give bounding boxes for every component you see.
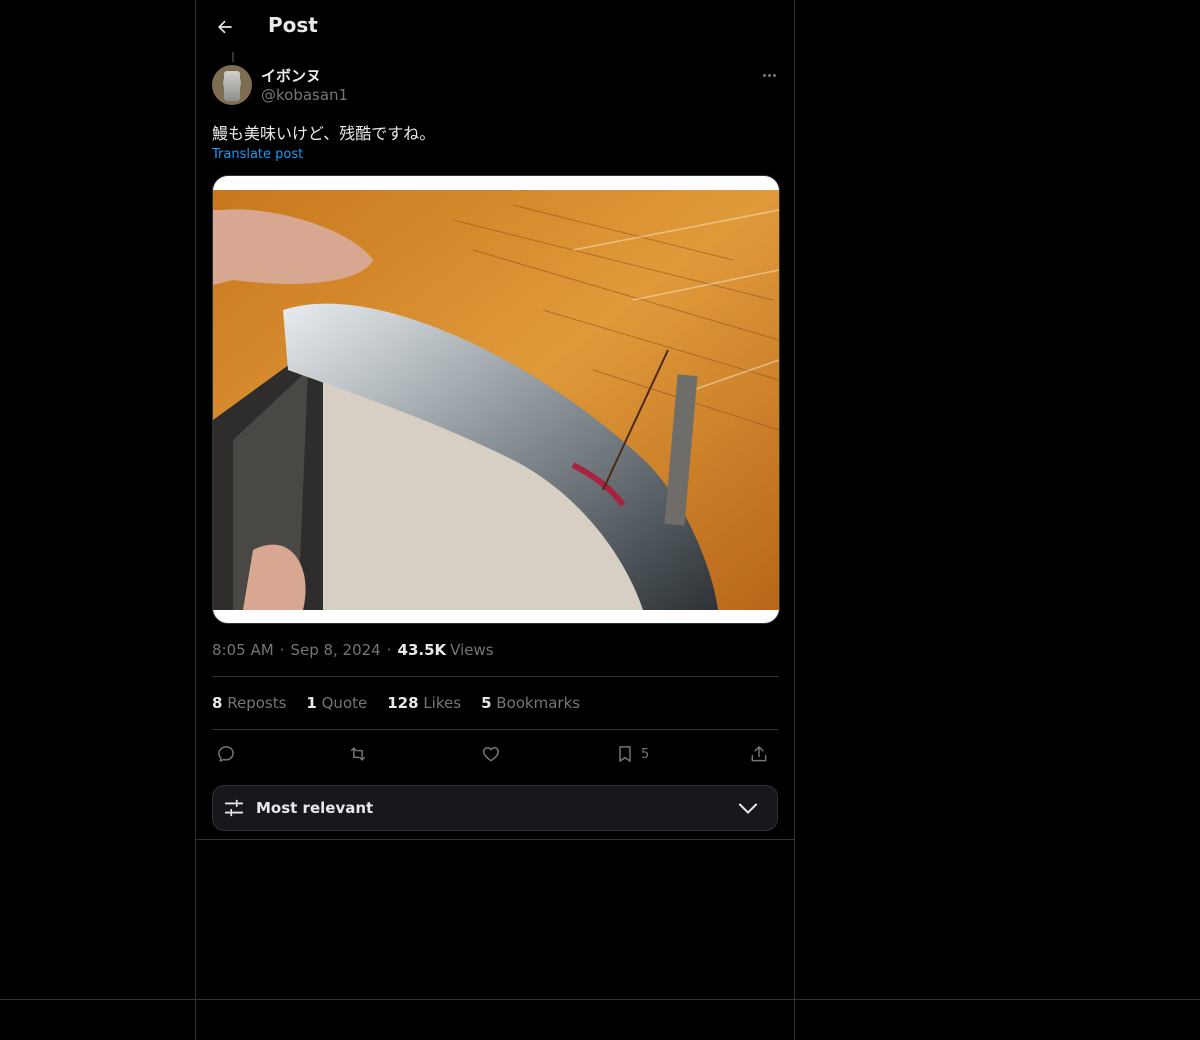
share-button[interactable] <box>749 740 769 768</box>
page: Post イボンヌ @kobasan1 鰻も美味いけど、残酷ですね。 Trans… <box>0 0 1200 1040</box>
action-bar: 5 <box>212 740 778 768</box>
views-count: 43.5K <box>397 641 447 659</box>
repost-icon <box>351 747 365 761</box>
post-text: 鰻も美味いけど、残酷ですね。 <box>212 124 436 143</box>
repost-button[interactable] <box>347 740 369 768</box>
avatar[interactable] <box>212 65 252 105</box>
stat-quotes[interactable]: 1 Quote <box>306 694 367 712</box>
reply-button[interactable] <box>216 740 236 768</box>
avatar-image <box>224 71 240 101</box>
sort-label: Most relevant <box>256 799 374 817</box>
primary-column: Post イボンヌ @kobasan1 鰻も美味いけど、残酷ですね。 Trans… <box>195 0 795 1040</box>
post-image <box>213 190 779 610</box>
more-dot-icon <box>762 73 766 77</box>
stat-label: Reposts <box>227 694 287 712</box>
share-icon <box>751 746 767 762</box>
engagement-stats: 8 Reposts 1 Quote 128 Likes 5 Bookmarks <box>212 694 580 712</box>
stat-count: 5 <box>481 694 492 712</box>
stat-reposts[interactable]: 8 Reposts <box>212 694 286 712</box>
divider <box>212 729 778 730</box>
stat-label: Bookmarks <box>496 694 581 712</box>
post-date[interactable]: Sep 8, 2024 <box>290 641 380 659</box>
stat-likes[interactable]: 128 Likes <box>387 694 461 712</box>
like-button[interactable] <box>481 740 501 768</box>
more-dot-icon <box>767 73 771 77</box>
post-media[interactable] <box>212 175 780 624</box>
back-button[interactable] <box>208 10 242 44</box>
chevron-down-icon <box>738 803 758 814</box>
bookmark-icon <box>619 746 631 762</box>
divider <box>196 839 794 840</box>
more-options-button[interactable] <box>756 64 782 86</box>
more-dot-icon <box>772 73 776 77</box>
stat-count: 128 <box>387 694 419 712</box>
reply-sort-dropdown[interactable]: Most relevant <box>212 785 778 831</box>
divider <box>0 999 1200 1000</box>
meta-separator: · <box>386 641 392 659</box>
author-name[interactable]: イボンヌ <box>261 65 321 86</box>
author-handle[interactable]: @kobasan1 <box>261 86 348 104</box>
post-time[interactable]: 8:05 AM <box>212 641 274 659</box>
bookmark-button[interactable]: 5 <box>615 740 649 768</box>
stat-label: Likes <box>423 694 462 712</box>
reply-icon <box>218 746 234 762</box>
stat-count: 1 <box>306 694 317 712</box>
thread-connector <box>232 52 234 62</box>
bookmark-count: 5 <box>641 746 650 762</box>
stat-count: 8 <box>212 694 223 712</box>
post-meta: 8:05 AM · Sep 8, 2024 · 43.5K Views <box>212 641 494 659</box>
post-header: Post <box>196 0 794 53</box>
divider <box>212 676 778 677</box>
page-title: Post <box>268 13 318 37</box>
arrow-left-icon <box>217 20 232 34</box>
heart-icon <box>482 747 500 762</box>
views-label: Views <box>450 641 494 659</box>
meta-separator: · <box>279 641 285 659</box>
stat-bookmarks[interactable]: 5 Bookmarks <box>481 694 580 712</box>
stat-label: Quote <box>321 694 368 712</box>
sliders-icon <box>224 799 244 817</box>
translate-post-link[interactable]: Translate post <box>212 147 303 162</box>
